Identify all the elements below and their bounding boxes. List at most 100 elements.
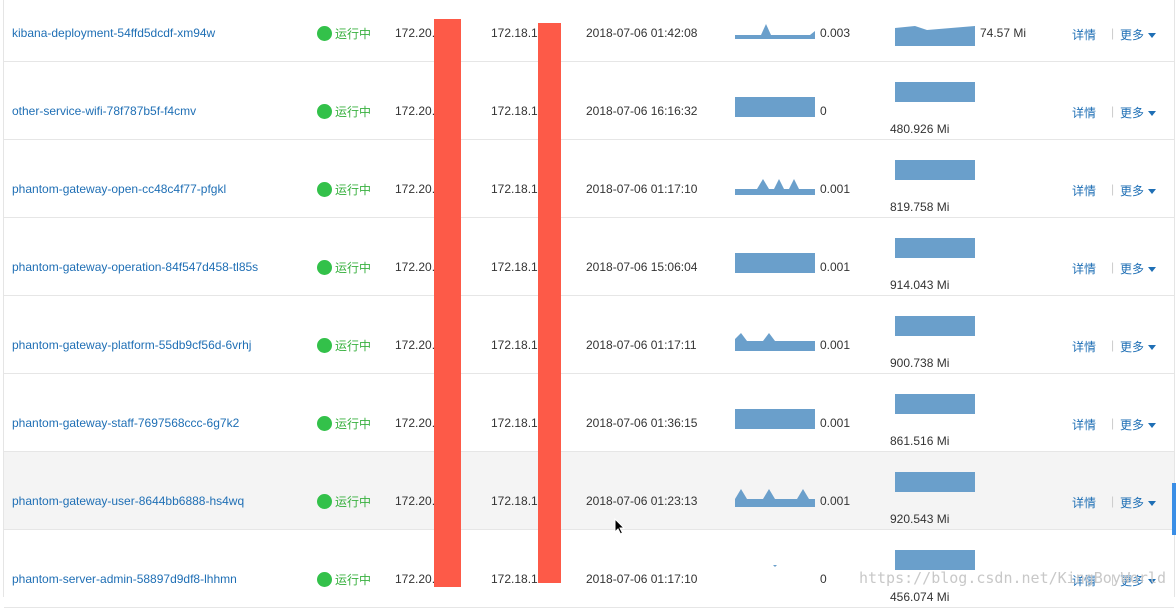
pod-name-link[interactable]: phantom-gateway-open-cc48c4f77-pfgkl — [12, 182, 226, 196]
cpu-sparkline — [735, 333, 815, 351]
cpu-sparkline — [735, 179, 815, 195]
action-separator: | — [1111, 104, 1115, 118]
more-dropdown[interactable]: 更多 — [1120, 260, 1157, 277]
pod-name-link[interactable]: kibana-deployment-54ffd5dcdf-xm94w — [12, 26, 215, 40]
detail-link[interactable]: 详情 — [1072, 260, 1096, 277]
detail-link[interactable]: 详情 — [1072, 182, 1096, 199]
chevron-down-icon — [1148, 189, 1157, 195]
more-dropdown[interactable]: 更多 — [1120, 494, 1157, 511]
cpu-value: 0.003 — [820, 26, 851, 40]
node-ip: 172.18.1 — [491, 26, 538, 40]
table-row: phantom-gateway-open-cc48c4f77-pfgkl 运行中 1… — [4, 140, 1174, 218]
status-badge: 运行中 — [317, 571, 371, 588]
pod-ip: 172.20. — [395, 260, 436, 274]
more-label: 更多 — [1120, 340, 1145, 354]
node-ip: 172.18.1 — [491, 416, 538, 430]
status-badge: 运行中 — [317, 25, 371, 42]
status-text: 运行中 — [335, 417, 372, 431]
watermark-text: https://blog.csdn.net/KingBoyWorld — [858, 569, 1166, 587]
status-badge: 运行中 — [317, 181, 371, 198]
pod-name-link[interactable]: phantom-gateway-platform-55db9cf56d-6vrh… — [12, 338, 251, 352]
status-text: 运行中 — [335, 183, 372, 197]
memory-bar — [895, 26, 975, 46]
table-row: kibana-deployment-54ffd5dcdf-xm94w 运行中 172… — [4, 0, 1174, 62]
status-text: 运行中 — [335, 339, 372, 353]
cpu-value: 0 — [820, 104, 827, 118]
more-dropdown[interactable]: 更多 — [1120, 416, 1157, 433]
pod-ip: 172.20. — [395, 338, 436, 352]
pod-ip: 172.20. — [395, 182, 436, 196]
status-text: 运行中 — [335, 261, 372, 275]
created-time: 2018-07-06 01:23:13 — [586, 494, 698, 508]
more-label: 更多 — [1120, 106, 1145, 120]
status-dot-icon — [317, 494, 332, 509]
chevron-down-icon — [1148, 111, 1157, 117]
chevron-down-icon — [1148, 423, 1157, 429]
node-ip: 172.18.1 — [491, 260, 538, 274]
node-ip: 172.18.1 — [491, 572, 538, 586]
node-ip: 172.18.1 — [491, 104, 538, 118]
node-ip: 172.18.1 — [491, 182, 538, 196]
table-row: other-service-wifi-78f787b5f-f4cmv 运行中 172… — [4, 62, 1174, 140]
more-dropdown[interactable]: 更多 — [1120, 26, 1157, 43]
status-dot-icon — [317, 26, 332, 41]
table-row: phantom-gateway-operation-84f547d458-tl8… — [4, 218, 1174, 296]
more-dropdown[interactable]: 更多 — [1120, 182, 1157, 199]
action-separator: | — [1111, 416, 1115, 430]
memory-bar — [895, 238, 975, 258]
status-badge: 运行中 — [317, 259, 371, 276]
mouse-cursor-icon — [614, 518, 626, 535]
pod-table: kibana-deployment-54ffd5dcdf-xm94w 运行中 172… — [3, 0, 1175, 608]
status-dot-icon — [317, 416, 332, 431]
scrollbar-thumb[interactable] — [1172, 483, 1176, 535]
status-dot-icon — [317, 182, 332, 197]
created-time: 2018-07-06 01:17:11 — [586, 338, 697, 352]
pod-name-link[interactable]: phantom-gateway-user-8644bb6888-hs4wq — [12, 494, 244, 508]
pod-ip: 172.20. — [395, 104, 436, 118]
more-label: 更多 — [1120, 496, 1145, 510]
redaction-bar-ip1 — [434, 19, 461, 587]
memory-value: 900.738 Mi — [890, 356, 950, 370]
memory-value: 914.043 Mi — [890, 278, 950, 292]
created-time: 2018-07-06 15:06:04 — [586, 260, 698, 274]
pod-name-link[interactable]: phantom-server-admin-58897d9df8-lhhmn — [12, 572, 237, 586]
cpu-value: 0.001 — [820, 338, 851, 352]
pod-name-link[interactable]: phantom-gateway-operation-84f547d458-tl8… — [12, 260, 258, 274]
cpu-sparkline — [773, 565, 777, 567]
created-time: 2018-07-06 01:42:08 — [586, 26, 698, 40]
detail-link[interactable]: 详情 — [1072, 338, 1096, 355]
cpu-value: 0.001 — [820, 416, 851, 430]
detail-link[interactable]: 详情 — [1072, 416, 1096, 433]
status-badge: 运行中 — [317, 337, 371, 354]
node-ip: 172.18.1 — [491, 338, 538, 352]
table-row: phantom-gateway-user-8644bb6888-hs4wq 运行中… — [4, 452, 1174, 530]
cpu-value: 0.001 — [820, 494, 851, 508]
action-separator: | — [1111, 494, 1115, 508]
more-label: 更多 — [1120, 184, 1145, 198]
cpu-value: 0.001 — [820, 182, 851, 196]
pod-name-link[interactable]: phantom-gateway-staff-7697568ccc-6g7k2 — [12, 416, 239, 430]
created-time: 2018-07-06 01:17:10 — [586, 182, 698, 196]
status-badge: 运行中 — [317, 415, 371, 432]
chevron-down-icon — [1148, 345, 1157, 351]
pod-ip: 172.20. — [395, 416, 436, 430]
detail-link[interactable]: 详情 — [1072, 494, 1096, 511]
status-text: 运行中 — [335, 573, 372, 587]
memory-value: 456.074 Mi — [890, 590, 950, 604]
more-dropdown[interactable]: 更多 — [1120, 338, 1157, 355]
status-dot-icon — [317, 104, 332, 119]
redaction-bar-ip2 — [538, 23, 561, 583]
status-dot-icon — [317, 572, 332, 587]
pod-name-link[interactable]: other-service-wifi-78f787b5f-f4cmv — [12, 104, 196, 118]
memory-bar — [895, 394, 975, 414]
created-time: 2018-07-06 16:16:32 — [586, 104, 698, 118]
more-label: 更多 — [1120, 28, 1145, 42]
detail-link[interactable]: 详情 — [1072, 104, 1096, 121]
status-text: 运行中 — [335, 27, 372, 41]
detail-link[interactable]: 详情 — [1072, 26, 1096, 43]
status-text: 运行中 — [335, 495, 372, 509]
pod-ip: 172.20. — [395, 572, 436, 586]
table-row: phantom-gateway-platform-55db9cf56d-6vrh… — [4, 296, 1174, 374]
more-dropdown[interactable]: 更多 — [1120, 104, 1157, 121]
chevron-down-icon — [1148, 267, 1157, 273]
